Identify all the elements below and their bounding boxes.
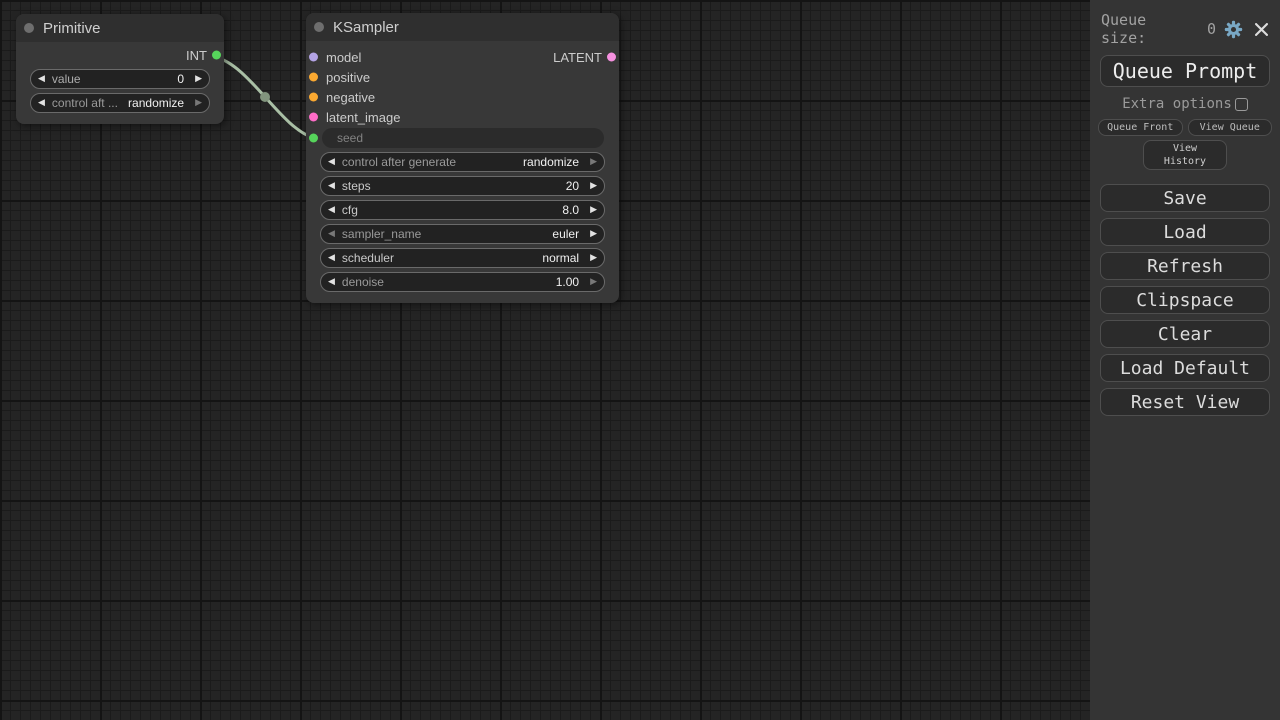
load-default-button[interactable]: Load Default [1100,354,1270,382]
queue-size-header: Queue size: 0 [1090,0,1280,47]
increment-arrow-icon[interactable]: ▶ [195,75,202,84]
widget-label: steps [342,179,566,193]
save-button[interactable]: Save [1100,184,1270,212]
input-row-negative: negative [306,87,619,107]
input-label: latent_image [326,110,400,125]
extra-options-checkbox[interactable] [1235,98,1248,111]
input-label: negative [326,90,375,105]
prev-option-arrow-icon[interactable]: ◀ [328,158,335,167]
clipspace-button[interactable]: Clipspace [1100,286,1270,314]
node-primitive-titlebar[interactable]: Primitive [16,14,224,42]
queue-size-value: 0 [1207,20,1216,38]
widget-denoise[interactable]: ◀ denoise 1.00 ▶ [320,272,605,292]
input-label: model [326,50,361,65]
widget-steps[interactable]: ◀ steps 20 ▶ [320,176,605,196]
decrement-arrow-icon[interactable]: ◀ [38,75,45,84]
node-title: Primitive [43,20,101,37]
widget-value-text: randomize [523,155,579,169]
collapse-dot-icon[interactable] [24,23,34,33]
decrement-arrow-icon[interactable]: ◀ [328,206,335,215]
increment-arrow-icon[interactable]: ▶ [590,182,597,191]
widget-label: seed [337,131,363,145]
widget-label: value [52,72,177,86]
view-queue-button[interactable]: View Queue [1188,119,1273,136]
prev-option-arrow-icon[interactable]: ◀ [38,99,45,108]
node-ksampler-titlebar[interactable]: KSampler [306,13,619,41]
output-slot-int[interactable] [212,51,221,60]
widget-label: control after generate [342,155,523,169]
collapse-dot-icon[interactable] [314,22,324,32]
increment-arrow-icon[interactable]: ▶ [590,278,597,287]
next-option-arrow-icon[interactable]: ▶ [195,99,202,108]
next-option-arrow-icon[interactable]: ▶ [590,230,597,239]
queue-size-label: Queue size: [1101,11,1198,47]
next-option-arrow-icon[interactable]: ▶ [590,158,597,167]
reset-view-button[interactable]: Reset View [1100,388,1270,416]
decrement-arrow-icon[interactable]: ◀ [328,278,335,287]
input-label: positive [326,70,370,85]
node-ksampler[interactable]: KSampler model LATENT positive negative [306,13,619,303]
widget-value-text: 0 [177,72,184,86]
view-history-button[interactable]: View History [1143,140,1227,170]
widget-value[interactable]: ◀ value 0 ▶ [30,69,210,89]
widget-value-text: 20 [566,179,579,193]
load-button[interactable]: Load [1100,218,1270,246]
close-menu-icon[interactable] [1255,23,1268,36]
settings-gear-icon[interactable] [1224,20,1243,39]
input-slot-positive[interactable] [309,73,318,82]
menu-panel: Queue size: 0 Queue Prompt Extra options [1090,0,1280,720]
widget-value-text: randomize [128,96,184,110]
widget-label: control aft ... [52,96,128,110]
extra-options-label: Extra options [1122,96,1232,112]
output-row-int: INT [16,42,224,68]
output-label: LATENT [553,50,602,65]
increment-arrow-icon[interactable]: ▶ [590,206,597,215]
node-primitive[interactable]: Primitive INT ◀ value 0 ▶ ◀ control aft … [16,14,224,124]
widget-value-text: normal [542,251,579,265]
menu-buttons: Save Load Refresh Clipspace Clear Load D… [1100,184,1270,416]
input-row-positive: positive [306,67,619,87]
widget-cfg[interactable]: ◀ cfg 8.0 ▶ [320,200,605,220]
clear-button[interactable]: Clear [1100,320,1270,348]
output-label: INT [186,48,207,63]
input-row-seed: seed [306,128,619,148]
refresh-button[interactable]: Refresh [1100,252,1270,280]
widget-sampler-name[interactable]: ◀ sampler_name euler ▶ [320,224,605,244]
next-option-arrow-icon[interactable]: ▶ [590,254,597,263]
widget-control-after-generate[interactable]: ◀ control after generate randomize ▶ [320,152,605,172]
widget-label: cfg [342,203,562,217]
widget-label: denoise [342,275,556,289]
prev-option-arrow-icon[interactable]: ◀ [328,254,335,263]
widget-value-text: 8.0 [562,203,579,217]
widget-value-text: 1.00 [556,275,579,289]
prev-option-arrow-icon[interactable]: ◀ [328,230,335,239]
queue-prompt-button[interactable]: Queue Prompt [1100,55,1270,87]
extra-options-row: Extra options [1090,96,1280,112]
input-row-model: model LATENT [306,47,619,67]
input-slot-latent-image[interactable] [309,113,318,122]
queue-actions-row: Queue Front View Queue [1098,119,1272,136]
view-history-line2: History [1164,155,1206,169]
widget-control-after-generate[interactable]: ◀ control aft ... randomize ▶ [30,93,210,113]
queue-front-button[interactable]: Queue Front [1098,119,1183,136]
widget-value-text: euler [552,227,579,241]
input-slot-negative[interactable] [309,93,318,102]
view-history-line1: View [1173,142,1197,156]
node-title: KSampler [333,19,399,36]
node-graph-canvas[interactable]: Primitive INT ◀ value 0 ▶ ◀ control aft … [0,0,1280,720]
widget-scheduler[interactable]: ◀ scheduler normal ▶ [320,248,605,268]
input-slot-model[interactable] [309,53,318,62]
input-slot-seed[interactable] [309,134,318,143]
decrement-arrow-icon[interactable]: ◀ [328,182,335,191]
link-midpoint-dot[interactable] [260,92,270,102]
input-row-latent-image: latent_image [306,107,619,127]
widget-label: sampler_name [342,227,552,241]
output-slot-latent[interactable] [607,53,616,62]
seed-widget-disabled: seed [322,128,604,148]
widget-label: scheduler [342,251,542,265]
